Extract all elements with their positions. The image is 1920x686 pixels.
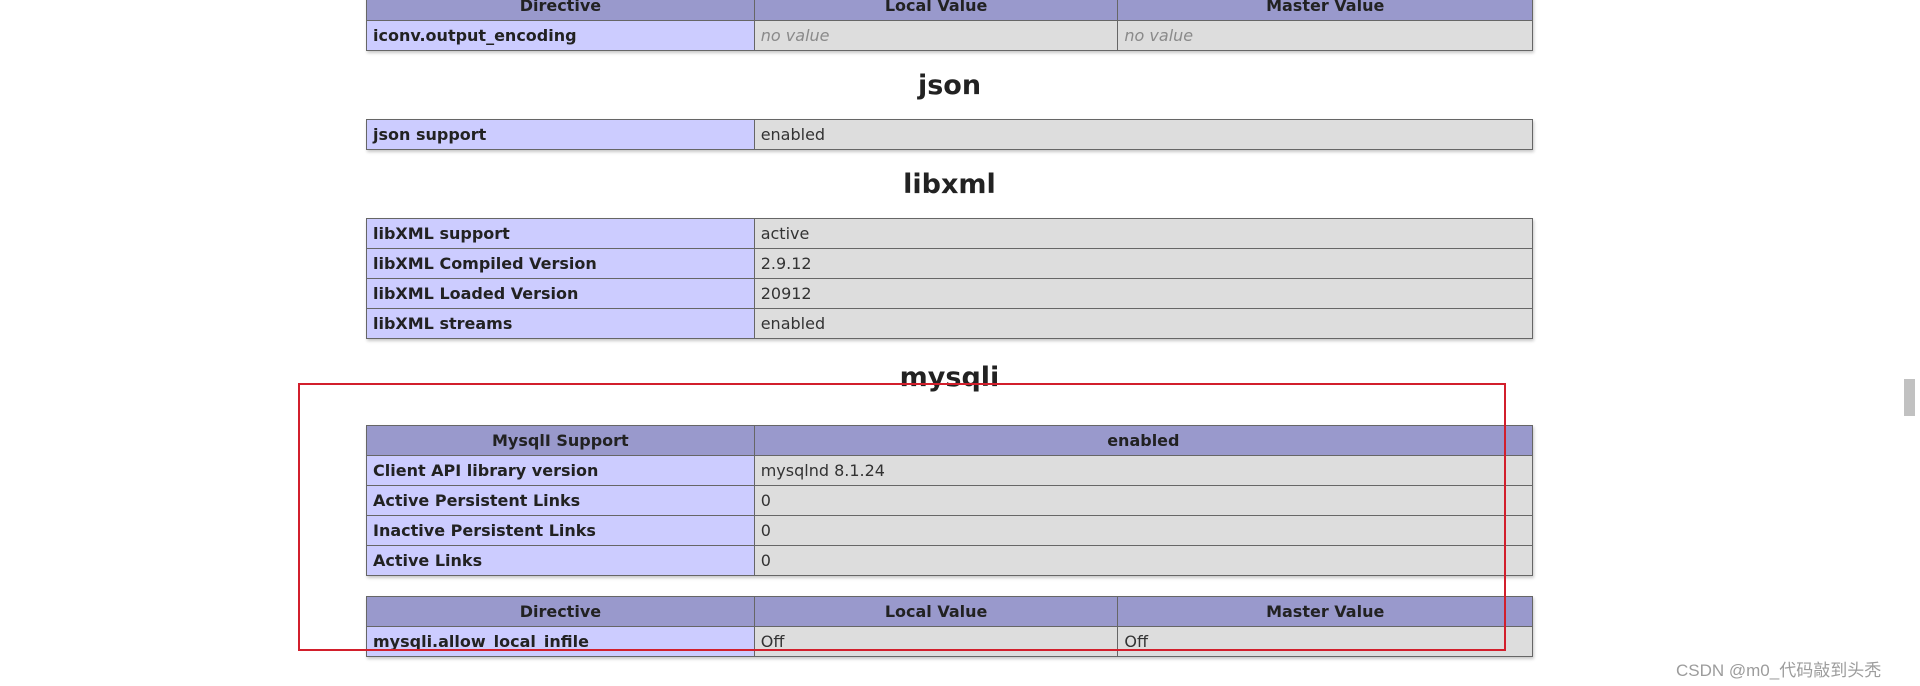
directive-name: libXML support (366, 218, 755, 249)
directive-value: enabled (753, 119, 1534, 150)
master-value: Off (1117, 626, 1533, 657)
phpinfo-page: Directive Local Value Master Value iconv… (366, 0, 1534, 657)
master-value: no value (1117, 20, 1533, 51)
directive-name: Active Links (366, 545, 755, 576)
table-gap (366, 576, 1533, 596)
column-header-directive: Directive (366, 0, 755, 21)
directive-value: mysqlnd 8.1.24 (753, 455, 1534, 486)
directive-name: Active Persistent Links (366, 485, 755, 516)
directive-value: 20912 (753, 278, 1534, 309)
directive-value: enabled (753, 308, 1534, 339)
table-row: iconv.output_encoding no value no value (366, 20, 1533, 51)
section-title-libxml: libxml (903, 169, 996, 200)
table-header-row: Directive Local Value Master Value (366, 596, 1533, 627)
directive-name: libXML Loaded Version (366, 278, 755, 309)
directive-value: 2.9.12 (753, 248, 1534, 279)
column-header-local-value: Local Value (753, 0, 1119, 21)
directive-name: Client API library version (366, 455, 755, 486)
libxml-table: libXML support active libXML Compiled Ve… (366, 218, 1534, 339)
directive-value: 0 (753, 545, 1534, 576)
directive-name: libXML streams (366, 308, 755, 339)
table-row: Inactive Persistent Links 0 (366, 515, 1534, 546)
section-title-mysqli: mysqli (899, 362, 1000, 393)
directive-name: libXML Compiled Version (366, 248, 755, 279)
directive-name: json support (366, 119, 755, 150)
table-row: libXML support active (366, 218, 1534, 249)
table-row: Active Persistent Links 0 (366, 485, 1534, 516)
table-row: Active Links 0 (366, 545, 1534, 576)
scrollbar-thumb[interactable] (1904, 379, 1915, 416)
directive-name: Inactive Persistent Links (366, 515, 755, 546)
mysqli-directive-table: Directive Local Value Master Value mysql… (366, 596, 1533, 657)
column-header-master-value: Master Value (1117, 596, 1533, 627)
table-row: Client API library version mysqlnd 8.1.2… (366, 455, 1534, 486)
mysqli-support-value: enabled (753, 425, 1534, 456)
table-header-row: Directive Local Value Master Value (366, 0, 1533, 21)
table-row: json support enabled (366, 119, 1534, 150)
table-header-row: MysqlI Support enabled (366, 425, 1534, 456)
watermark-text: CSDN @m0_代码敲到头秃 (1676, 661, 1882, 680)
iconv-directive-table: Directive Local Value Master Value iconv… (366, 0, 1533, 51)
directive-name: mysqli.allow_local_infile (366, 626, 755, 657)
section-title-json: json (917, 70, 982, 101)
local-value: Off (753, 626, 1119, 657)
local-value: no value (753, 20, 1119, 51)
mysqli-support-header: MysqlI Support (366, 425, 755, 456)
table-row: mysqli.allow_local_infile Off Off (366, 626, 1533, 657)
column-header-master-value: Master Value (1117, 0, 1533, 21)
mysqli-table: MysqlI Support enabled Client API librar… (366, 425, 1534, 576)
directive-value: 0 (753, 485, 1534, 516)
directive-value: active (753, 218, 1534, 249)
table-row: libXML streams enabled (366, 308, 1534, 339)
directive-name: iconv.output_encoding (366, 20, 755, 51)
column-header-directive: Directive (366, 596, 755, 627)
column-header-local-value: Local Value (753, 596, 1119, 627)
table-row: libXML Compiled Version 2.9.12 (366, 248, 1534, 279)
json-table: json support enabled (366, 119, 1534, 150)
table-row: libXML Loaded Version 20912 (366, 278, 1534, 309)
directive-value: 0 (753, 515, 1534, 546)
